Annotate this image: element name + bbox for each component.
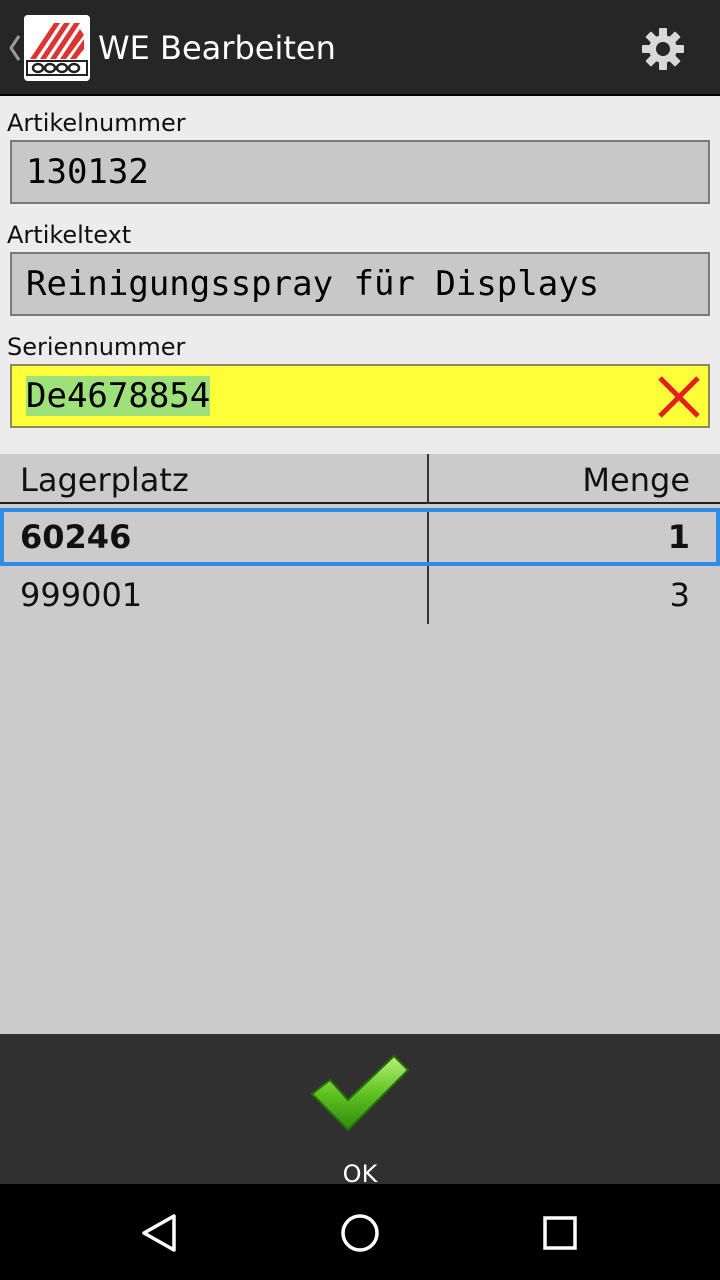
cell-menge: 3 <box>669 576 690 614</box>
checkmark-icon <box>310 1054 410 1132</box>
cell-menge: 1 <box>667 518 690 556</box>
artikelnummer-value: 130132 <box>26 152 149 192</box>
back-triangle-icon[interactable] <box>134 1208 184 1258</box>
company-logo-icon <box>24 15 90 81</box>
column-header-menge[interactable]: Menge <box>582 460 690 500</box>
home-circle-icon[interactable] <box>335 1208 385 1258</box>
table-row[interactable]: 60246 1 <box>0 508 720 566</box>
action-bar: WE Bearbeiten <box>0 0 720 96</box>
artikeltext-value: Reinigungsspray für Displays <box>26 264 600 304</box>
stock-table: Lagerplatz Menge 60246 1 999001 3 <box>0 454 720 1034</box>
table-row[interactable]: 999001 3 <box>0 566 720 624</box>
clear-icon[interactable] <box>654 372 704 422</box>
seriennummer-label: Seriennummer <box>7 333 186 361</box>
recents-square-icon[interactable] <box>535 1208 585 1258</box>
artikeltext-field[interactable]: Reinigungsspray für Displays <box>10 252 710 316</box>
button-bar: OK <box>0 1034 720 1188</box>
seriennummer-value-wrap: De4678854 <box>26 374 211 418</box>
seriennummer-input[interactable]: De4678854 <box>10 364 710 428</box>
up-chevron-icon[interactable] <box>6 28 22 68</box>
column-divider <box>427 454 429 504</box>
artikelnummer-label: Artikelnummer <box>7 109 186 137</box>
table-header: Lagerplatz Menge <box>0 454 720 504</box>
page-title: WE Bearbeiten <box>98 29 336 67</box>
column-divider <box>427 512 429 562</box>
seriennummer-value: De4678854 <box>26 376 211 416</box>
system-nav-bar <box>0 1184 720 1280</box>
app-logo[interactable] <box>24 15 90 81</box>
column-divider <box>427 566 429 624</box>
artikelnummer-field[interactable]: 130132 <box>10 140 710 204</box>
cell-lagerplatz: 60246 <box>20 518 132 556</box>
cell-lagerplatz: 999001 <box>20 576 143 614</box>
artikeltext-label: Artikeltext <box>7 221 132 249</box>
gear-icon[interactable] <box>638 24 688 74</box>
column-header-lagerplatz[interactable]: Lagerplatz <box>20 460 189 500</box>
ok-button[interactable]: OK <box>290 1044 430 1188</box>
